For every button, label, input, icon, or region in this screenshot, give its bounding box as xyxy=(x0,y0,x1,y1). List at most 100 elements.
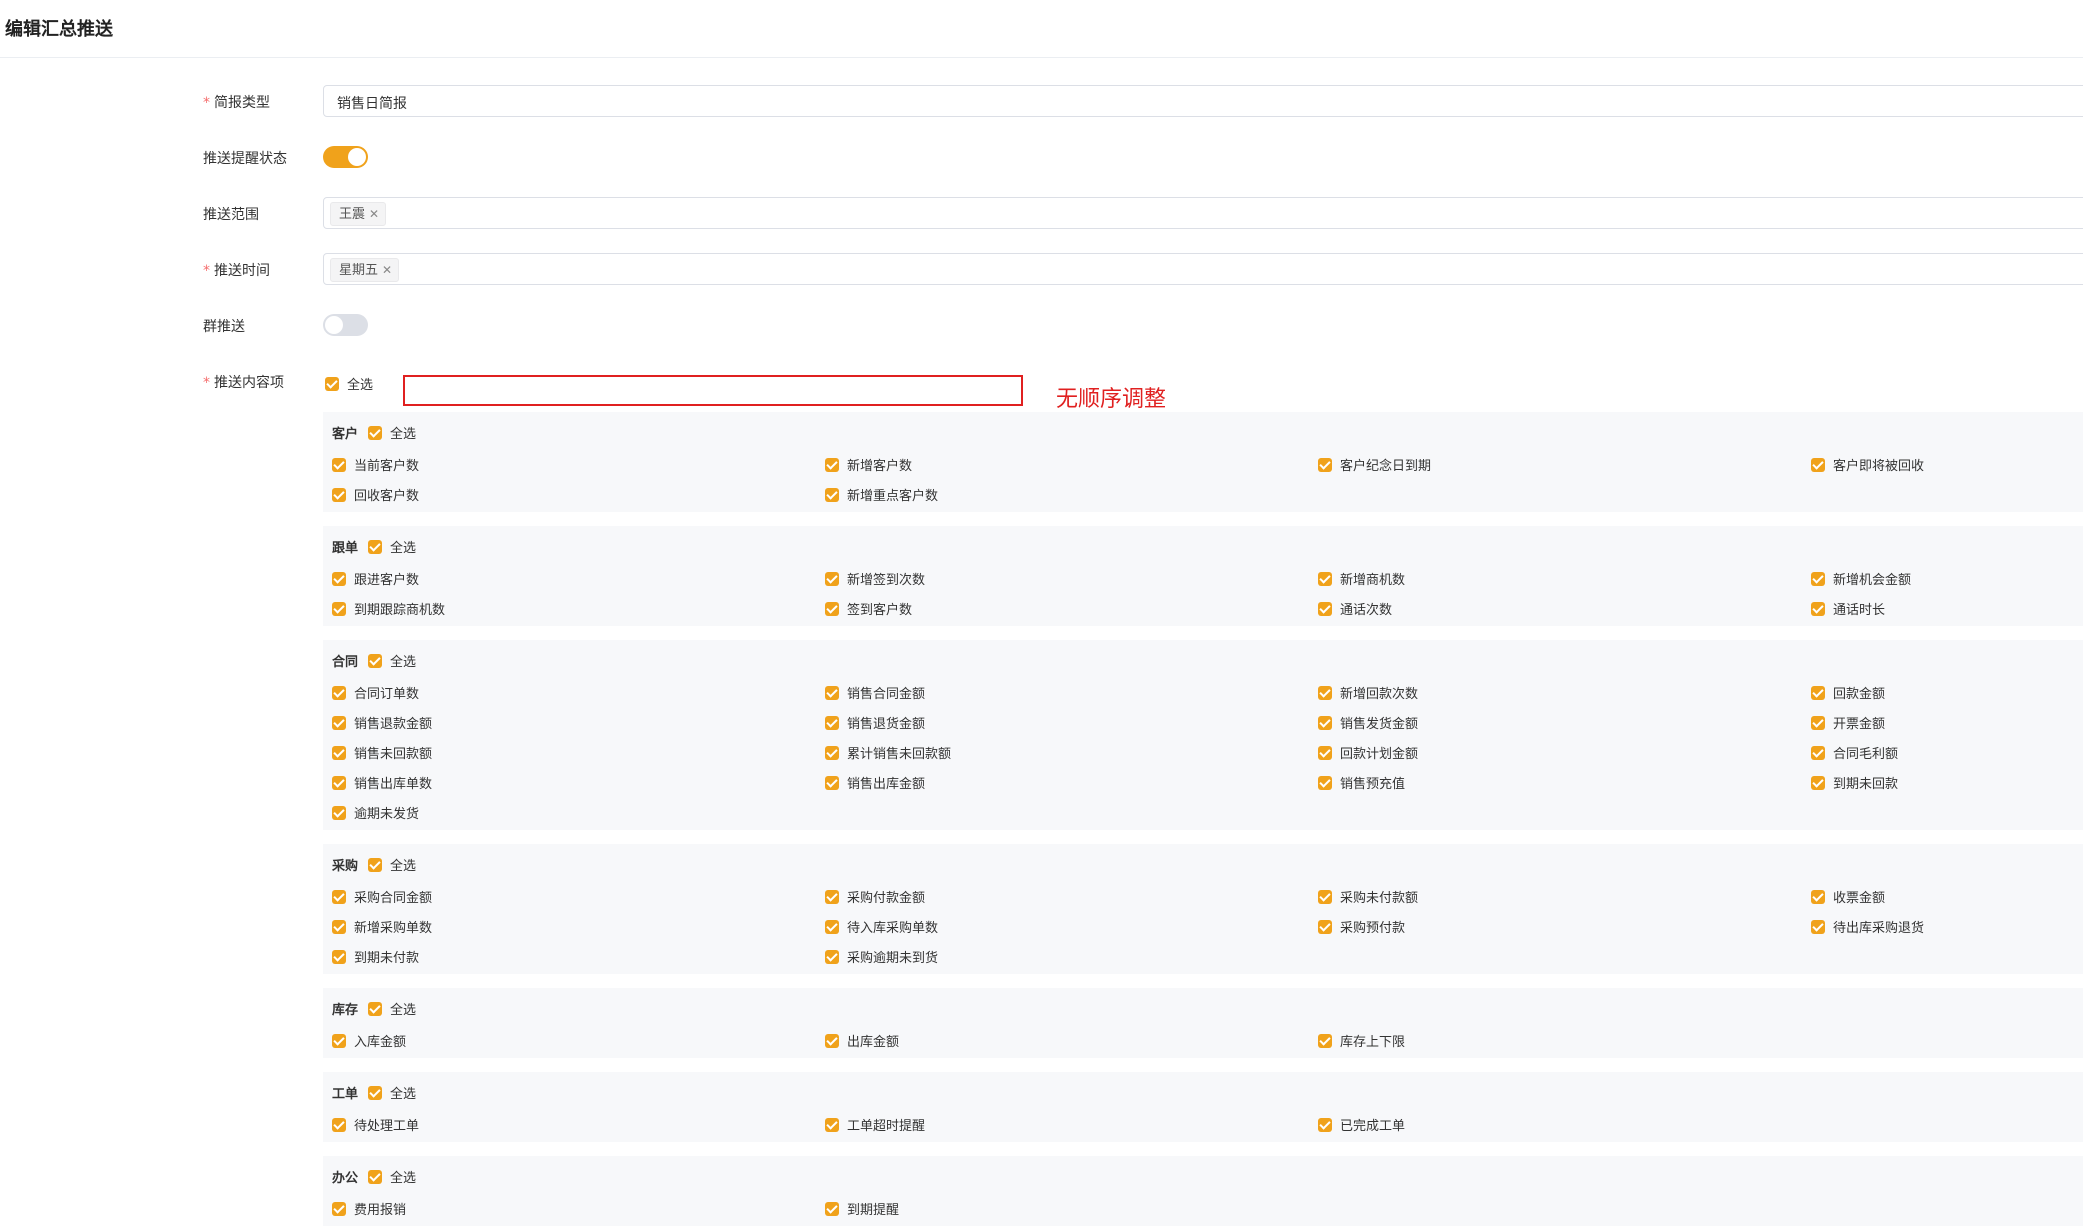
content-item-checkbox[interactable]: 回款计划金额 xyxy=(1318,742,1418,762)
content-item-checkbox[interactable]: 跟进客户数 xyxy=(332,568,419,588)
push-time-select[interactable]: 星期五 ✕ xyxy=(323,253,2083,285)
group-select-all[interactable]: 全选 xyxy=(368,536,416,556)
checkbox-checked-icon xyxy=(1811,919,1825,934)
content-item-checkbox[interactable]: 已完成工单 xyxy=(1318,1114,1405,1134)
content-label: * 推送内容项 xyxy=(203,375,284,391)
close-icon[interactable]: ✕ xyxy=(382,263,392,277)
group-title: 工单 xyxy=(332,1087,359,1102)
scope-tag: 王震 ✕ xyxy=(330,202,387,226)
group-title: 采购 xyxy=(332,859,359,874)
report-type-row: * 简报类型 销售日简报 xyxy=(0,84,2083,118)
checkbox-checked-icon xyxy=(368,1085,383,1100)
group-select-all[interactable]: 全选 xyxy=(368,998,416,1018)
checkbox-checked-icon xyxy=(1811,715,1825,730)
content-item-checkbox[interactable]: 收票金额 xyxy=(1811,886,1885,906)
content-group: 库存 全选入库金额 出库金额 库存上下限 xyxy=(323,988,2083,1058)
content-item-checkbox[interactable]: 费用报销 xyxy=(332,1198,406,1218)
checkbox-checked-icon xyxy=(1318,1117,1332,1132)
content-item-checkbox[interactable]: 新增机会金额 xyxy=(1811,568,1911,588)
content-item-checkbox[interactable]: 新增重点客户数 xyxy=(825,484,938,504)
checkbox-checked-icon xyxy=(1318,775,1332,790)
content-item-checkbox[interactable]: 新增回款次数 xyxy=(1318,682,1418,702)
content-item-checkbox[interactable]: 新增签到次数 xyxy=(825,568,925,588)
content-item-checkbox[interactable]: 当前客户数 xyxy=(332,454,419,474)
content-item-checkbox[interactable]: 客户即将被回收 xyxy=(1811,454,1924,474)
content-item-checkbox[interactable]: 待处理工单 xyxy=(332,1114,419,1134)
push-scope-select[interactable]: 王震 ✕ xyxy=(323,197,2083,229)
content-item-checkbox[interactable]: 采购逾期未到货 xyxy=(825,946,938,966)
content-item-checkbox[interactable]: 销售退款金额 xyxy=(332,712,432,732)
content-item-checkbox[interactable]: 回款金额 xyxy=(1811,682,1885,702)
content-item-checkbox[interactable]: 合同订单数 xyxy=(332,682,419,702)
checkbox-checked-icon xyxy=(1318,457,1332,472)
content-item-checkbox[interactable]: 出库金额 xyxy=(825,1030,899,1050)
content-item-checkbox[interactable]: 采购预付款 xyxy=(1318,916,1405,936)
page-title: 编辑汇总推送 xyxy=(5,19,113,40)
group-select-all[interactable]: 全选 xyxy=(368,1166,416,1186)
content-item-checkbox[interactable]: 入库金额 xyxy=(332,1030,406,1050)
content-item-checkbox[interactable]: 回收客户数 xyxy=(332,484,419,504)
content-select-all[interactable]: 全选 xyxy=(325,373,373,393)
report-type-select[interactable]: 销售日简报 xyxy=(323,85,2083,117)
switch-knob xyxy=(325,316,343,334)
content-item-checkbox[interactable]: 到期提醒 xyxy=(825,1198,899,1218)
content-item-checkbox[interactable]: 客户纪念日到期 xyxy=(1318,454,1431,474)
content-item-checkbox[interactable]: 销售未回款额 xyxy=(332,742,432,762)
content-item-checkbox[interactable]: 通话时长 xyxy=(1811,598,1885,618)
content-item-checkbox[interactable]: 库存上下限 xyxy=(1318,1030,1405,1050)
push-reminder-label: 推送提醒状态 xyxy=(203,151,287,167)
checkbox-checked-icon xyxy=(332,601,346,616)
checkbox-checked-icon xyxy=(1318,601,1332,616)
checkbox-checked-icon xyxy=(332,745,346,760)
content-item-checkbox[interactable]: 销售发货金额 xyxy=(1318,712,1418,732)
content-item-checkbox[interactable]: 合同毛利额 xyxy=(1811,742,1898,762)
content-item-checkbox[interactable]: 采购付款金额 xyxy=(825,886,925,906)
group-header: 工单 全选 xyxy=(332,1082,416,1102)
group-select-all[interactable]: 全选 xyxy=(368,650,416,670)
group-select-all[interactable]: 全选 xyxy=(368,854,416,874)
content-item-checkbox[interactable]: 通话次数 xyxy=(1318,598,1392,618)
checkbox-checked-icon xyxy=(825,1117,839,1132)
content-item-checkbox[interactable]: 累计销售未回款额 xyxy=(825,742,951,762)
content-item-checkbox[interactable]: 采购合同金额 xyxy=(332,886,432,906)
content-item-checkbox[interactable]: 采购未付款额 xyxy=(1318,886,1418,906)
content-item-checkbox[interactable]: 到期未回款 xyxy=(1811,772,1898,792)
content-item-checkbox[interactable]: 销售出库单数 xyxy=(332,772,432,792)
group-select-all[interactable]: 全选 xyxy=(368,422,416,442)
group-title: 客户 xyxy=(332,427,359,442)
content-item-checkbox[interactable]: 待入库采购单数 xyxy=(825,916,938,936)
checkbox-checked-icon xyxy=(332,457,346,472)
content-item-checkbox[interactable]: 新增商机数 xyxy=(1318,568,1405,588)
checkbox-checked-icon xyxy=(332,571,346,586)
checkbox-checked-icon xyxy=(825,487,839,502)
push-reminder-switch[interactable] xyxy=(323,146,368,168)
content-item-checkbox[interactable]: 销售预充值 xyxy=(1318,772,1405,792)
checkbox-checked-icon xyxy=(825,949,839,964)
report-type-label: * 简报类型 xyxy=(203,95,270,111)
content-item-checkbox[interactable]: 新增客户数 xyxy=(825,454,912,474)
content-item-checkbox[interactable]: 到期跟踪商机数 xyxy=(332,598,445,618)
content-item-checkbox[interactable]: 签到客户数 xyxy=(825,598,912,618)
content-item-checkbox[interactable]: 工单超时提醒 xyxy=(825,1114,925,1134)
checkbox-checked-icon xyxy=(825,1033,839,1048)
content-item-checkbox[interactable]: 逾期未发货 xyxy=(332,802,419,822)
checkbox-checked-icon xyxy=(368,425,383,440)
content-item-checkbox[interactable]: 销售合同金额 xyxy=(825,682,925,702)
annotation-box xyxy=(403,375,1023,406)
group-push-switch[interactable] xyxy=(323,314,368,336)
group-select-all[interactable]: 全选 xyxy=(368,1082,416,1102)
group-title: 库存 xyxy=(332,1003,359,1018)
checkbox-checked-icon xyxy=(1318,889,1332,904)
checkbox-checked-icon xyxy=(332,889,346,904)
checkbox-checked-icon xyxy=(825,457,839,472)
push-scope-label: 推送范围 xyxy=(203,207,259,223)
close-icon[interactable]: ✕ xyxy=(369,207,379,221)
content-item-checkbox[interactable]: 销售出库金额 xyxy=(825,772,925,792)
checkbox-checked-icon xyxy=(332,715,346,730)
content-item-checkbox[interactable]: 新增采购单数 xyxy=(332,916,432,936)
content-item-checkbox[interactable]: 到期未付款 xyxy=(332,946,419,966)
group-push-row: 群推送 xyxy=(0,308,2083,342)
content-item-checkbox[interactable]: 开票金额 xyxy=(1811,712,1885,732)
content-item-checkbox[interactable]: 待出库采购退货 xyxy=(1811,916,1924,936)
content-item-checkbox[interactable]: 销售退货金额 xyxy=(825,712,925,732)
